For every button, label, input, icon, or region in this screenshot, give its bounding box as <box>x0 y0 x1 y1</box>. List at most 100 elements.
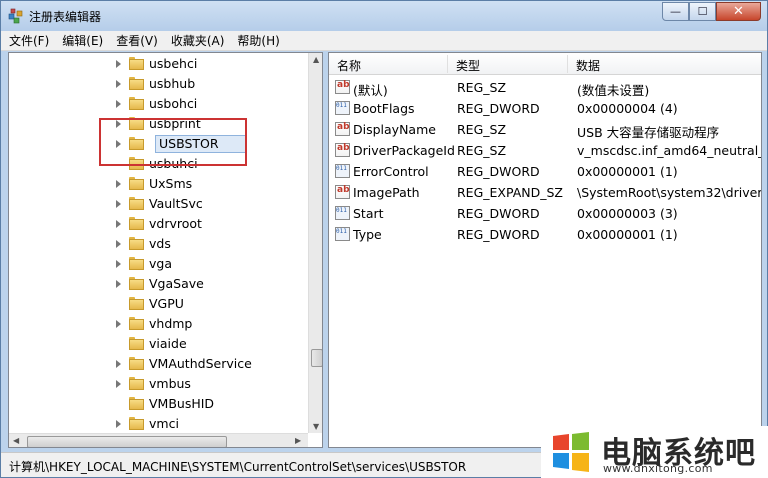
expand-arrow-icon[interactable] <box>116 60 121 68</box>
expand-arrow-icon[interactable] <box>116 100 121 108</box>
tree-item-vhdmp[interactable]: vhdmp <box>9 314 309 334</box>
column-header-name[interactable]: 名称 <box>337 57 361 74</box>
tree-item-usbhub[interactable]: usbhub <box>9 74 309 94</box>
watermark-url: www.dnxitong.com <box>603 462 713 475</box>
tree-item-usbehci[interactable]: usbehci <box>9 54 309 74</box>
value-name: BootFlags <box>353 101 415 116</box>
value-row[interactable]: Start REG_DWORD 0x00000003 (3) <box>329 203 761 224</box>
expand-arrow-icon[interactable] <box>116 120 121 128</box>
tree-horizontal-scrollbar[interactable]: ◀ ▶ <box>9 433 308 447</box>
folder-icon <box>129 337 144 350</box>
tree-item-label: VaultSvc <box>149 196 203 211</box>
expand-arrow-icon[interactable] <box>116 320 121 328</box>
registry-key-tree[interactable]: vmci VMBusHID vmbus VMAuthdService viaide vhd… <box>8 52 323 448</box>
value-type: REG_DWORD <box>457 227 540 242</box>
dword-value-icon <box>335 227 350 241</box>
caption-buttons: — ☐ ✕ <box>662 2 761 21</box>
tree-item-vgpu[interactable]: VGPU <box>9 294 309 314</box>
value-type: REG_DWORD <box>457 206 540 221</box>
windows-logo-icon <box>553 432 589 472</box>
folder-icon <box>129 177 144 190</box>
expand-arrow-icon[interactable] <box>116 240 121 248</box>
scroll-right-arrow-icon[interactable]: ▶ <box>295 436 301 445</box>
expand-arrow-icon[interactable] <box>116 140 121 148</box>
tree-item-usbuhci[interactable]: usbuhci <box>9 154 309 174</box>
folder-icon <box>129 397 144 410</box>
value-type: REG_DWORD <box>457 101 540 116</box>
value-name: DisplayName <box>353 122 436 137</box>
column-separator[interactable] <box>447 55 448 73</box>
tree-item-vmbushid[interactable]: VMBusHID <box>9 394 309 414</box>
column-header-data[interactable]: 数据 <box>576 57 600 74</box>
expand-arrow-icon[interactable] <box>116 200 121 208</box>
folder-icon <box>129 217 144 230</box>
value-row[interactable]: Type REG_DWORD 0x00000001 (1) <box>329 224 761 245</box>
folder-icon <box>129 417 144 430</box>
tree-item-label: VMAuthdService <box>149 356 252 371</box>
tree-item-usbprint[interactable]: usbprint <box>9 114 309 134</box>
scroll-up-arrow-icon[interactable]: ▲ <box>313 55 319 64</box>
tree-item-uxsms[interactable]: UxSms <box>9 174 309 194</box>
menu-favorites[interactable]: 收藏夹(A) <box>171 32 225 49</box>
column-separator[interactable] <box>567 55 568 73</box>
value-row[interactable]: BootFlags REG_DWORD 0x00000004 (4) <box>329 98 761 119</box>
tree-item-vmauthdservice[interactable]: VMAuthdService <box>9 354 309 374</box>
tree-item-label: usbhub <box>149 76 196 91</box>
tree-item-viaide[interactable]: viaide <box>9 334 309 354</box>
tree-item-vaultsvc[interactable]: VaultSvc <box>9 194 309 214</box>
value-data: v_mscdsc.inf_amd64_neutral_8b <box>577 143 762 158</box>
tree-item-label: VGPU <box>149 296 184 311</box>
menu-file[interactable]: 文件(F) <box>9 32 49 49</box>
tree-item-vdrvroot[interactable]: vdrvroot <box>9 214 309 234</box>
value-row[interactable]: (默认) REG_SZ (数值未设置) <box>329 77 761 98</box>
string-value-icon <box>335 80 350 94</box>
menu-view[interactable]: 查看(V) <box>116 32 158 49</box>
string-value-icon <box>335 185 350 199</box>
value-row[interactable]: ImagePath REG_EXPAND_SZ \SystemRoot\system… <box>329 182 762 203</box>
folder-icon <box>129 197 144 210</box>
minimize-button[interactable]: — <box>662 2 689 21</box>
folder-icon <box>129 237 144 250</box>
tree-item-label: vmbus <box>149 376 191 391</box>
menu-help[interactable]: 帮助(H) <box>237 32 279 49</box>
folder-icon <box>129 117 144 130</box>
expand-arrow-icon[interactable] <box>116 420 121 428</box>
expand-arrow-icon[interactable] <box>116 360 121 368</box>
registry-values-list[interactable]: 名称 类型 数据 (默认) REG_SZ (数值未设置) BootFlags REG_D… <box>328 52 762 448</box>
tree-item-label: vmci <box>149 416 179 431</box>
tree-vertical-scrollbar[interactable]: ▲ ▼ <box>308 53 322 433</box>
folder-icon <box>129 97 144 110</box>
menu-edit[interactable]: 编辑(E) <box>62 32 103 49</box>
value-type: REG_DWORD <box>457 164 540 179</box>
expand-arrow-icon[interactable] <box>116 260 121 268</box>
expand-arrow-icon[interactable] <box>116 220 121 228</box>
value-row[interactable]: DisplayName REG_SZ USB 大容量存储驱动程序 <box>329 119 761 140</box>
tree-item-vga[interactable]: vga <box>9 254 309 274</box>
scroll-down-arrow-icon[interactable]: ▼ <box>313 422 319 431</box>
expand-arrow-icon[interactable] <box>116 280 121 288</box>
site-watermark: 电脑系统吧 www.dnxitong.com <box>541 426 768 478</box>
tree-item-usbstor[interactable]: USBSTOR <box>9 134 309 154</box>
tree-item-label: USBSTOR <box>159 136 219 151</box>
column-header-type[interactable]: 类型 <box>456 57 480 74</box>
value-row[interactable]: ErrorControl REG_DWORD 0x00000001 (1) <box>329 161 761 182</box>
expand-arrow-icon[interactable] <box>116 380 121 388</box>
expand-arrow-icon[interactable] <box>116 180 121 188</box>
tree-item-usbohci[interactable]: usbohci <box>9 94 309 114</box>
tree-item-vmci[interactable]: vmci <box>9 414 309 434</box>
value-type: REG_SZ <box>457 80 507 95</box>
tree-vertical-scroll-thumb[interactable] <box>311 349 322 367</box>
value-row[interactable]: DriverPackageIdREG_SZ v_mscdsc.inf_amd64_… <box>329 140 762 161</box>
title-bar[interactable]: 注册表编辑器 — ☐ ✕ <box>1 1 767 31</box>
tree-item-label: vds <box>149 236 171 251</box>
folder-icon <box>129 57 144 70</box>
scroll-left-arrow-icon[interactable]: ◀ <box>13 436 19 445</box>
tree-horizontal-scroll-thumb[interactable] <box>27 436 227 447</box>
value-data: \SystemRoot\system32\drivers\ <box>577 185 762 200</box>
maximize-button[interactable]: ☐ <box>689 2 716 21</box>
tree-item-vgasave[interactable]: VgaSave <box>9 274 309 294</box>
close-button[interactable]: ✕ <box>716 2 761 21</box>
tree-item-vmbus[interactable]: vmbus <box>9 374 309 394</box>
tree-item-vds[interactable]: vds <box>9 234 309 254</box>
expand-arrow-icon[interactable] <box>116 80 121 88</box>
